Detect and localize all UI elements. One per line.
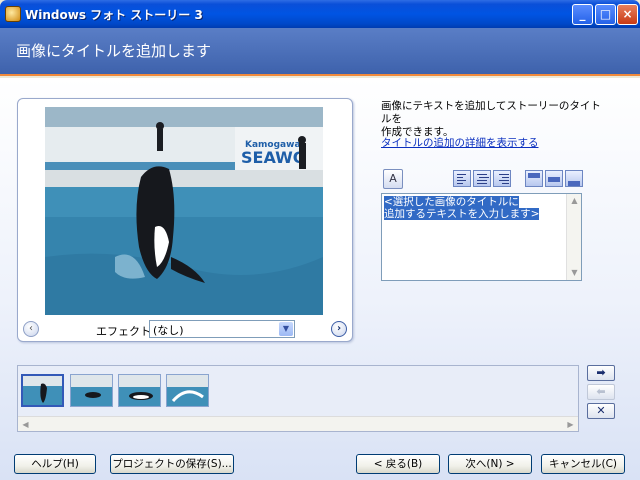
previous-image-button[interactable]: ‹ bbox=[23, 321, 39, 337]
filmstrip-scrollbar[interactable]: ◀ ▶ bbox=[18, 416, 578, 431]
title-bar: Windows フォト ストーリー 3 _ □ × bbox=[0, 0, 640, 28]
minimize-button[interactable]: _ bbox=[572, 4, 593, 25]
preview-image: Kamogawa SEAWO bbox=[45, 107, 323, 315]
save-project-button[interactable]: プロジェクトの保存(S)... bbox=[110, 454, 234, 474]
effect-dropdown[interactable]: (なし) ▼ bbox=[149, 320, 295, 338]
window-title: Windows フォト ストーリー 3 bbox=[25, 8, 203, 22]
next-image-button[interactable]: › bbox=[331, 321, 347, 337]
scroll-down-icon[interactable]: ▼ bbox=[567, 266, 582, 280]
wizard-header: 画像にタイトルを追加します bbox=[0, 28, 640, 76]
chevron-down-icon[interactable]: ▼ bbox=[279, 322, 293, 336]
next-button[interactable]: 次へ(N) > bbox=[448, 454, 532, 474]
position-top-button[interactable] bbox=[525, 170, 543, 187]
align-right-button[interactable] bbox=[493, 170, 511, 187]
move-right-button[interactable]: ➡ bbox=[587, 365, 615, 381]
maximize-button[interactable]: □ bbox=[595, 4, 616, 25]
delete-button[interactable]: ✕ bbox=[587, 403, 615, 419]
align-left-button[interactable] bbox=[453, 170, 471, 187]
help-button[interactable]: ヘルプ(H) bbox=[14, 454, 96, 474]
placeholder-line-1: <選択した画像のタイトルに bbox=[384, 196, 519, 208]
back-button[interactable]: < 戻る(B) bbox=[356, 454, 440, 474]
details-link[interactable]: タイトルの追加の詳細を表示する bbox=[381, 135, 539, 150]
effect-value: (なし) bbox=[153, 324, 184, 337]
cancel-button[interactable]: キャンセル(C) bbox=[541, 454, 625, 474]
move-left-button[interactable]: ⬅ bbox=[587, 384, 615, 400]
content-area: Kamogawa SEAWO ‹ エフェクト(E): (なし) ▼ › 画像にテ… bbox=[0, 78, 640, 480]
preview-panel: Kamogawa SEAWO ‹ エフェクト(E): (なし) ▼ › bbox=[17, 98, 353, 342]
placeholder-line-2: 追加するテキストを入力します> bbox=[384, 208, 540, 220]
thumbnail-1[interactable] bbox=[21, 374, 64, 407]
scroll-left-icon[interactable]: ◀ bbox=[18, 417, 33, 432]
thumbnail-3[interactable] bbox=[118, 374, 161, 407]
app-icon[interactable] bbox=[5, 6, 21, 22]
page-title: 画像にタイトルを追加します bbox=[16, 42, 212, 60]
position-bottom-button[interactable] bbox=[565, 170, 583, 187]
svg-text:SEAWO: SEAWO bbox=[241, 148, 306, 167]
font-button[interactable]: A bbox=[383, 169, 403, 189]
text-scrollbar[interactable]: ▲ ▼ bbox=[566, 194, 581, 280]
thumbnail-4[interactable] bbox=[166, 374, 209, 407]
align-center-button[interactable] bbox=[473, 170, 491, 187]
description: 画像にテキストを追加してストーリーのタイトルを 作成できます。 bbox=[381, 100, 601, 138]
position-middle-button[interactable] bbox=[545, 170, 563, 187]
title-text-input[interactable]: <選択した画像のタイトルに 追加するテキストを入力します> ▲ ▼ bbox=[381, 193, 582, 281]
scroll-up-icon[interactable]: ▲ bbox=[567, 194, 582, 208]
close-button[interactable]: × bbox=[617, 4, 638, 25]
thumbnail-2[interactable] bbox=[70, 374, 113, 407]
filmstrip: ◀ ▶ bbox=[17, 365, 579, 432]
scroll-right-icon[interactable]: ▶ bbox=[563, 417, 578, 432]
